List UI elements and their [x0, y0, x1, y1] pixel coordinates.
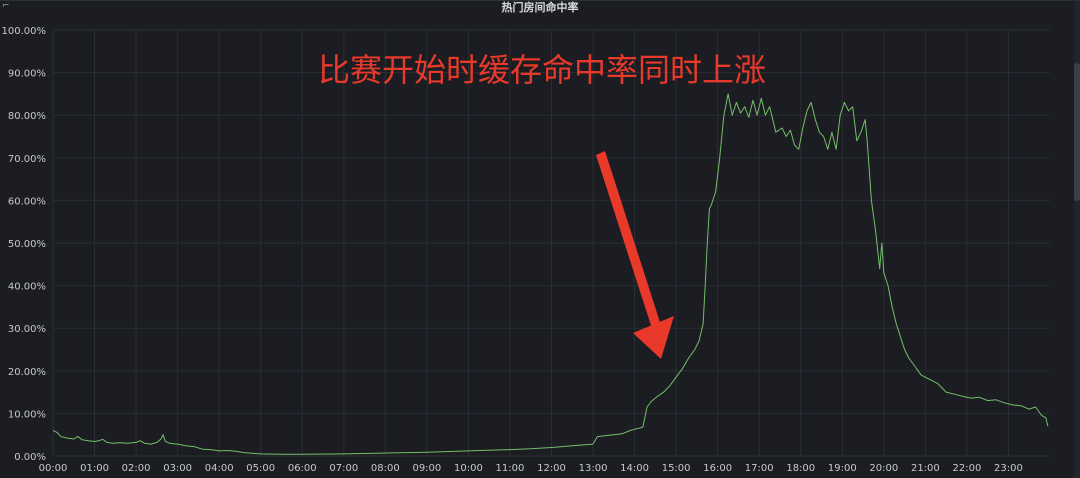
x-tick-label: 08:00	[371, 463, 400, 474]
x-tick-label: 07:00	[329, 463, 358, 474]
annotation-arrow-shaft	[596, 151, 666, 344]
line-chart: 0.00% 10.00% 20.00% 30.00% 40.00% 50.00% 60.00…	[2, 26, 1050, 474]
y-tick-label: 80.00%	[8, 111, 46, 122]
x-tick-label: 18:00	[786, 463, 815, 474]
x-tick-label: 14:00	[620, 463, 649, 474]
x-tick-label: 03:00	[163, 463, 192, 474]
x-tick-label: 06:00	[288, 463, 317, 474]
scrollbar-track[interactable]	[1074, 1, 1080, 478]
x-tick-label: 00:00	[39, 463, 68, 474]
x-tick-label: 23:00	[994, 463, 1023, 474]
scrollbar-thumb[interactable]	[1074, 63, 1080, 201]
x-tick-label: 11:00	[496, 463, 525, 474]
x-tick-label: 17:00	[745, 463, 774, 474]
grid	[52, 29, 1050, 457]
series-layer	[52, 93, 1049, 455]
y-tick-label: 0.00%	[14, 452, 46, 463]
x-tick-label: 19:00	[828, 463, 857, 474]
x-tick-label: 15:00	[662, 463, 691, 474]
x-tick-label: 21:00	[911, 463, 940, 474]
x-tick-label: 01:00	[80, 463, 109, 474]
y-tick-label: 100.00%	[2, 26, 47, 37]
annotation-text: 比赛开始时缓存命中率同时上涨	[318, 51, 766, 89]
x-tick-label: 20:00	[869, 463, 898, 474]
y-tick-label: 90.00%	[8, 69, 46, 80]
x-tick-label: 09:00	[412, 463, 441, 474]
y-tick-label: 40.00%	[8, 282, 46, 293]
chart-panel: ⌐ 热门房间命中率 0.00% 10.00% 20.00% 30.00% 40.00% 5…	[0, 0, 1080, 478]
x-tick-label: 10:00	[454, 463, 483, 474]
series-line[interactable]	[52, 93, 1049, 455]
x-axis: 00:00 01:00 02:00 03:00 04:00 05:00 06:00 07:00…	[39, 463, 1023, 474]
x-tick-label: 02:00	[122, 463, 151, 474]
x-tick-label: 04:00	[205, 463, 234, 474]
x-tick-label: 05:00	[246, 463, 275, 474]
x-tick-label: 16:00	[703, 463, 732, 474]
x-tick-label: 13:00	[579, 463, 608, 474]
y-tick-label: 30.00%	[8, 324, 46, 335]
y-tick-label: 60.00%	[8, 196, 46, 207]
y-axis: 0.00% 10.00% 20.00% 30.00% 40.00% 50.00% 60.00…	[2, 26, 47, 463]
y-tick-label: 50.00%	[8, 239, 46, 250]
y-tick-label: 70.00%	[8, 154, 46, 165]
x-tick-label: 22:00	[953, 463, 982, 474]
x-tick-label: 12:00	[537, 463, 566, 474]
y-tick-label: 10.00%	[8, 409, 46, 420]
y-tick-label: 20.00%	[8, 367, 46, 378]
